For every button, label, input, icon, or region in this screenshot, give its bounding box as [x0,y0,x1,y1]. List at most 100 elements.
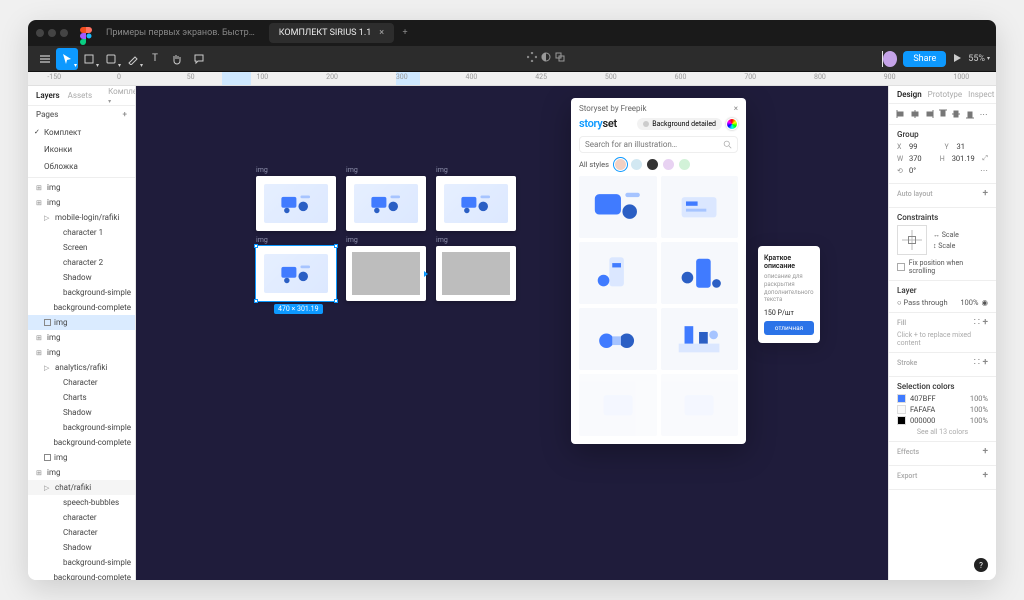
illustration-thumb[interactable] [661,308,739,370]
link-icon[interactable]: ⤢ [982,154,988,163]
inspect-tab[interactable]: Inspect [968,90,994,99]
help-button[interactable]: ? [974,558,988,572]
page-item[interactable]: Обложка [28,159,135,176]
background-toggle[interactable]: Background detailed [637,118,722,130]
share-button[interactable]: Share [903,51,946,67]
distribute-icon[interactable]: ⋯ [978,108,989,120]
layer-row[interactable]: character 1 [28,225,135,240]
resize-handle-icon[interactable] [424,271,428,277]
x-input[interactable]: 99 [909,142,941,151]
window-controls[interactable] [36,29,68,37]
v-constraint[interactable]: ↕ Scale [933,242,959,250]
design-tab[interactable]: Design [897,90,922,99]
layer-row[interactable]: Character [28,525,135,540]
zoom-control[interactable]: 55% ▾ [968,54,990,64]
menu-button[interactable] [34,48,56,70]
align-vcenter-icon[interactable] [951,108,962,120]
layer-row[interactable]: img [28,315,135,330]
align-right-icon[interactable] [923,108,934,120]
align-left-icon[interactable] [896,108,907,120]
comment-tool[interactable] [188,48,210,70]
present-button[interactable] [952,53,962,65]
color-row[interactable]: FAFAFA100% [897,405,988,414]
illustration-thumb[interactable] [579,176,657,238]
layer-row[interactable]: ▷chat/rafiki [28,480,135,495]
align-top-icon[interactable] [937,108,948,120]
layer-row[interactable]: Charts [28,390,135,405]
layer-row[interactable]: Shadow [28,540,135,555]
visibility-icon[interactable]: ◉ [981,298,988,307]
tab-active[interactable]: КОМПЛЕКТ SIRIUS 1.1× [269,23,394,43]
close-tab-icon[interactable]: × [379,28,384,38]
figma-logo-icon[interactable] [80,27,92,39]
layer-row[interactable]: character 2 [28,255,135,270]
assets-tab[interactable]: Assets [68,91,92,100]
layer-row[interactable]: Screen [28,240,135,255]
illustration-thumb[interactable] [661,374,739,436]
frame-label[interactable]: img [436,166,448,174]
constraints-widget[interactable] [897,225,927,255]
canvas-frame[interactable]: img [346,176,426,231]
popup2-button[interactable]: отличная [764,321,814,335]
page-item[interactable]: Комплект [28,125,135,142]
layer-row[interactable]: background-simple [28,555,135,570]
blend-mode[interactable]: ○ Pass through [897,298,948,307]
align-hcenter-icon[interactable] [910,108,921,120]
shape-tool[interactable]: ▾ [100,48,122,70]
style-avatar-1[interactable] [614,158,627,171]
fix-position-checkbox[interactable]: Fix position when scrolling [897,259,988,275]
rotation-input[interactable]: 0° [909,166,976,175]
see-all-colors[interactable]: See all 13 colors [897,428,988,436]
style-avatar-4[interactable] [662,158,675,171]
more-options-icon[interactable]: ⋯ [980,166,988,175]
selection-handle[interactable] [254,244,258,248]
illustration-thumb[interactable] [661,176,739,238]
boolean-icon[interactable] [555,52,565,65]
component-icon[interactable] [527,52,537,65]
selection-handle[interactable] [334,299,338,303]
layer-row[interactable]: speech-bubbles [28,495,135,510]
layer-row[interactable]: ⊞img [28,180,135,195]
canvas-frame[interactable]: img [346,246,426,301]
layer-row[interactable]: Shadow [28,270,135,285]
illustration-thumb[interactable] [579,374,657,436]
illustration-thumb[interactable] [579,242,657,304]
illustration-thumb[interactable] [661,242,739,304]
prototype-tab[interactable]: Prototype [928,90,962,99]
illustration-thumb[interactable] [579,308,657,370]
tab-inactive[interactable]: Примеры первых экранов. Быстр… [96,23,265,43]
add-effect-button[interactable]: + [982,447,988,457]
color-wheel-icon[interactable] [726,118,738,130]
layer-row[interactable]: img [28,450,135,465]
search-field[interactable] [579,136,738,153]
selection-handle[interactable] [334,244,338,248]
layer-row[interactable]: ⊞img [28,465,135,480]
layer-row[interactable]: Character [28,375,135,390]
align-bottom-icon[interactable] [965,108,976,120]
canvas-frame[interactable]: img [436,246,516,301]
layer-row[interactable]: background-complete [28,435,135,450]
move-tool[interactable]: ▾ [56,48,78,70]
h-constraint[interactable]: ↔ Scale [933,231,959,239]
style-avatar-2[interactable] [630,158,643,171]
page-item[interactable]: Иконки [28,142,135,159]
frame-label[interactable]: img [436,236,448,244]
layer-row[interactable]: ⊞img [28,195,135,210]
frame-label[interactable]: img [346,166,358,174]
layer-row[interactable]: ▷mobile-login/rafiki [28,210,135,225]
frame-label[interactable]: img [256,166,268,174]
hand-tool[interactable] [166,48,188,70]
close-icon[interactable]: × [734,104,738,113]
canvas-frame[interactable]: img [436,176,516,231]
add-tab-button[interactable]: + [398,26,412,40]
frame-tool[interactable]: ▾ [78,48,100,70]
file-dropdown[interactable]: Комплект ▾ [108,87,136,105]
search-input[interactable] [585,140,723,149]
style-avatar-3[interactable] [646,158,659,171]
frame-label[interactable]: img [346,236,358,244]
layer-row[interactable]: background-complete [28,300,135,315]
canvas-frame[interactable]: img [256,246,336,301]
y-input[interactable]: 31 [957,142,989,151]
add-export-button[interactable]: + [982,471,988,481]
canvas-frame[interactable]: img [256,176,336,231]
